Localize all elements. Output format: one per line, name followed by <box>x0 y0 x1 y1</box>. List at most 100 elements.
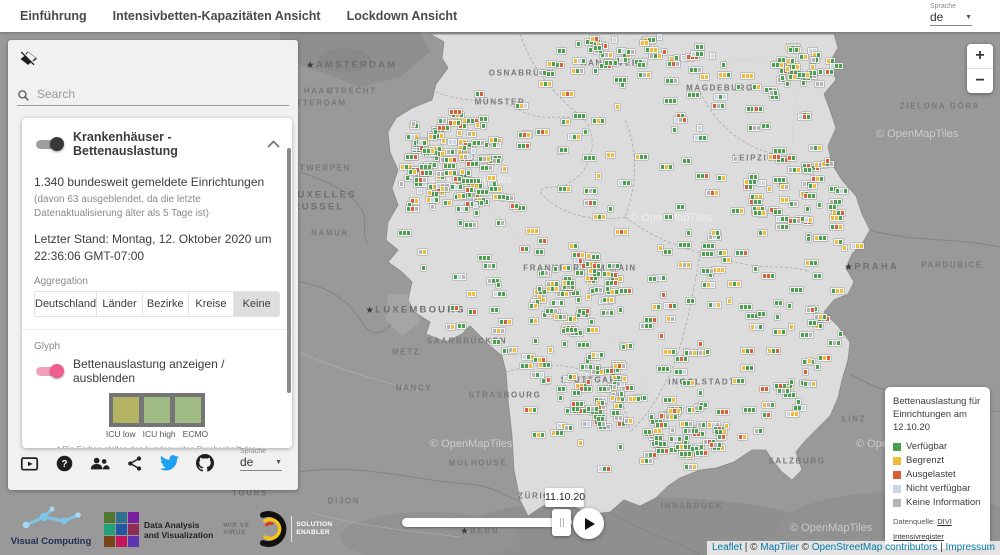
hospital-glyph[interactable] <box>586 379 591 385</box>
hospital-glyph[interactable] <box>676 204 685 210</box>
hospital-glyph[interactable] <box>806 307 815 313</box>
hospital-glyph[interactable] <box>695 44 704 50</box>
hospital-glyph[interactable] <box>461 178 474 184</box>
hospital-glyph[interactable] <box>538 238 547 244</box>
hospital-glyph[interactable] <box>661 292 666 298</box>
hospital-glyph[interactable] <box>780 184 789 190</box>
hospital-glyph[interactable] <box>546 377 551 383</box>
hospital-glyph[interactable] <box>696 173 709 179</box>
hospital-glyph[interactable] <box>548 347 553 353</box>
hospital-glyph[interactable] <box>813 273 822 279</box>
hospital-glyph[interactable] <box>593 214 606 220</box>
hospital-glyph[interactable] <box>717 434 726 440</box>
hospital-glyph[interactable] <box>762 273 775 279</box>
hospital-glyph[interactable] <box>440 186 445 192</box>
hospital-glyph[interactable] <box>586 327 599 333</box>
hospital-glyph[interactable] <box>476 189 489 195</box>
hospital-glyph[interactable] <box>797 72 810 78</box>
hospital-glyph[interactable] <box>619 57 628 63</box>
layer-visibility-toggle[interactable] <box>34 136 64 152</box>
hospital-glyph[interactable] <box>717 175 726 181</box>
hospital-glyph[interactable] <box>493 291 506 297</box>
hospital-glyph[interactable] <box>467 291 476 297</box>
aggregation-option-2[interactable]: Bezirke <box>141 292 188 316</box>
hospital-glyph[interactable] <box>686 298 695 304</box>
hospital-glyph[interactable] <box>489 186 502 192</box>
hospital-glyph[interactable] <box>574 258 583 264</box>
hospital-glyph[interactable] <box>789 324 794 330</box>
search-field[interactable] <box>17 86 289 106</box>
hospital-glyph[interactable] <box>483 263 496 269</box>
hospital-glyph[interactable] <box>735 250 748 256</box>
hospital-glyph[interactable] <box>478 156 491 162</box>
hospital-glyph[interactable] <box>464 222 477 228</box>
hospital-glyph[interactable] <box>561 119 570 125</box>
chevron-up-icon[interactable] <box>267 140 280 148</box>
hospital-glyph[interactable] <box>825 158 830 164</box>
data-analysis-visualization-logo[interactable]: Data Analysis and Visualization <box>104 512 213 547</box>
hospital-glyph[interactable] <box>682 158 691 164</box>
hospital-glyph[interactable] <box>818 69 823 75</box>
hospital-glyph[interactable] <box>771 62 784 68</box>
hospital-glyph[interactable] <box>443 163 456 169</box>
hospital-glyph[interactable] <box>815 81 824 87</box>
hospital-glyph[interactable] <box>817 202 822 208</box>
hospital-glyph[interactable] <box>776 224 789 230</box>
hospital-glyph[interactable] <box>572 390 581 396</box>
hospital-glyph[interactable] <box>398 230 411 236</box>
hospital-glyph[interactable] <box>807 358 812 364</box>
hospital-glyph[interactable] <box>805 206 810 212</box>
hospital-glyph[interactable] <box>838 331 843 337</box>
hospital-glyph[interactable] <box>586 406 599 412</box>
hospital-glyph[interactable] <box>635 154 648 160</box>
hospital-glyph[interactable] <box>758 230 767 236</box>
hospital-glyph[interactable] <box>830 215 843 221</box>
hospital-glyph[interactable] <box>767 348 780 354</box>
hospital-glyph[interactable] <box>584 188 597 194</box>
aggregation-option-4[interactable]: Keine <box>233 292 279 316</box>
hospital-glyph[interactable] <box>741 365 754 371</box>
hospital-glyph[interactable] <box>446 324 455 330</box>
hospital-glyph[interactable] <box>562 280 575 286</box>
hospital-glyph[interactable] <box>537 286 542 292</box>
hospital-glyph[interactable] <box>615 229 628 235</box>
hospital-glyph[interactable] <box>618 307 623 313</box>
hospital-glyph[interactable] <box>437 125 450 131</box>
hospital-glyph[interactable] <box>399 181 404 187</box>
hospital-glyph[interactable] <box>698 341 703 347</box>
nav-item-1[interactable]: Intensivbetten-Kapazitäten Ansicht <box>113 9 321 23</box>
hospital-glyph[interactable] <box>762 412 771 418</box>
hospital-glyph[interactable] <box>459 154 472 160</box>
hospital-glyph[interactable] <box>830 224 843 230</box>
hospital-glyph[interactable] <box>558 395 563 401</box>
hospital-glyph[interactable] <box>406 206 419 212</box>
hospital-glyph[interactable] <box>456 206 469 212</box>
hospital-glyph[interactable] <box>468 309 477 315</box>
hospital-glyph[interactable] <box>547 61 556 67</box>
twitter-icon[interactable] <box>160 455 179 471</box>
hospital-glyph[interactable] <box>811 381 816 387</box>
hospital-glyph[interactable] <box>753 210 766 216</box>
hospital-glyph[interactable] <box>694 135 707 141</box>
hospital-glyph[interactable] <box>712 103 725 109</box>
hospital-glyph[interactable] <box>804 217 813 223</box>
layers-clear-icon[interactable] <box>18 48 38 73</box>
hospital-glyph[interactable] <box>417 188 422 194</box>
hospital-glyph[interactable] <box>684 350 697 356</box>
hospital-glyph[interactable] <box>622 376 627 382</box>
hospital-glyph[interactable] <box>815 364 820 370</box>
hospital-glyph[interactable] <box>492 339 501 345</box>
hospital-glyph[interactable] <box>460 169 465 175</box>
hospital-glyph[interactable] <box>649 53 662 59</box>
hospital-glyph[interactable] <box>659 333 664 339</box>
hospital-glyph[interactable] <box>718 72 731 78</box>
team-icon[interactable] <box>90 456 110 471</box>
hospital-glyph[interactable] <box>753 199 762 205</box>
hospital-glyph[interactable] <box>493 194 506 200</box>
hospital-glyph[interactable] <box>490 307 499 313</box>
hospital-glyph[interactable] <box>619 391 624 397</box>
hospital-glyph[interactable] <box>787 303 792 309</box>
hospital-glyph[interactable] <box>604 60 613 66</box>
hospital-glyph[interactable] <box>466 170 471 176</box>
hospital-glyph[interactable] <box>721 62 726 68</box>
